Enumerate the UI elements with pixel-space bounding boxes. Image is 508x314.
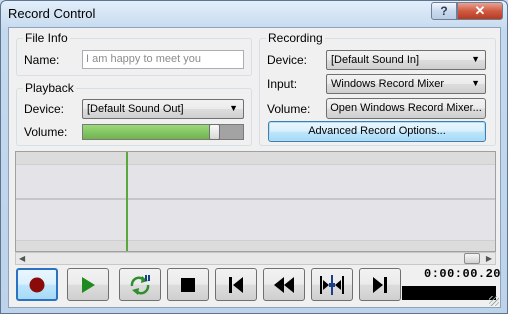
waveform-top-line xyxy=(16,164,495,165)
playhead-cursor[interactable] xyxy=(126,152,128,251)
help-button[interactable]: ? xyxy=(431,2,457,20)
recording-input-label: Input: xyxy=(267,77,298,91)
loop-button[interactable] xyxy=(119,268,161,301)
scroll-right-icon[interactable]: ▶ xyxy=(486,253,492,264)
stop-button[interactable] xyxy=(167,268,209,301)
playback-volume-fill xyxy=(83,125,215,139)
chevron-down-icon: ▼ xyxy=(471,78,480,88)
record-icon xyxy=(29,277,45,292)
window-title: Record Control xyxy=(8,6,96,21)
play-button[interactable] xyxy=(67,268,109,301)
record-button[interactable] xyxy=(16,268,58,301)
recording-input-value: Windows Record Mixer xyxy=(331,78,445,90)
playback-device-value: [Default Sound Out] xyxy=(87,103,184,115)
chevron-down-icon: ▼ xyxy=(471,54,480,64)
close-icon: ✕ xyxy=(474,3,486,18)
dialog-body: File Info Name: I am happy to meet you P… xyxy=(8,27,501,308)
skip-to-start-icon xyxy=(229,276,243,293)
skip-to-end-icon xyxy=(373,276,387,293)
recording-volume-label: Volume: xyxy=(267,102,311,116)
recording-group-label: Recording xyxy=(266,31,325,45)
waveform-scrollbar[interactable]: ◀ ▶ xyxy=(15,252,496,265)
name-label: Name: xyxy=(24,53,60,67)
record-control-window: Record Control ? ✕ File Info Name: I am … xyxy=(0,0,508,314)
skip-to-end-button[interactable] xyxy=(359,268,401,301)
recording-device-select[interactable]: [Default Sound In] ▼ xyxy=(326,50,486,70)
playback-volume-thumb[interactable] xyxy=(209,124,220,140)
skip-to-start-button[interactable] xyxy=(215,268,257,301)
playback-device-select[interactable]: [Default Sound Out] ▼ xyxy=(82,99,244,119)
marker-icon xyxy=(320,274,344,295)
title-bar[interactable]: Record Control ? ✕ xyxy=(1,1,507,27)
play-icon xyxy=(82,276,95,293)
file-info-group-label: File Info xyxy=(23,31,70,45)
marker-button[interactable] xyxy=(311,268,353,301)
scrollbar-thumb[interactable] xyxy=(464,253,480,264)
playback-volume-slider[interactable] xyxy=(82,124,244,140)
loop-icon xyxy=(130,274,150,295)
advanced-record-options-button[interactable]: Advanced Record Options... xyxy=(268,121,486,142)
stop-icon xyxy=(181,277,195,292)
rewind-button[interactable] xyxy=(263,268,305,301)
waveform-display[interactable] xyxy=(15,151,496,252)
resize-grip-icon[interactable] xyxy=(489,296,499,306)
help-icon: ? xyxy=(440,4,448,18)
chevron-down-icon: ▼ xyxy=(229,103,238,113)
name-input[interactable]: I am happy to meet you xyxy=(82,50,244,69)
playback-volume-label: Volume: xyxy=(24,125,68,139)
recording-device-label: Device: xyxy=(267,53,308,67)
close-button[interactable]: ✕ xyxy=(457,2,503,20)
open-record-mixer-button[interactable]: Open Windows Record Mixer... xyxy=(326,98,486,119)
rewind-icon xyxy=(274,276,294,293)
recording-input-select[interactable]: Windows Record Mixer ▼ xyxy=(326,74,486,94)
waveform-center-line xyxy=(16,198,495,200)
level-meter xyxy=(402,286,496,300)
scroll-left-icon[interactable]: ◀ xyxy=(19,253,25,264)
recording-device-value: [Default Sound In] xyxy=(331,54,420,66)
playback-device-label: Device: xyxy=(24,102,65,116)
playback-group-label: Playback xyxy=(23,81,76,95)
waveform-band xyxy=(16,164,495,240)
waveform-bottom-line xyxy=(16,240,495,241)
time-display: 0:00:00.20 xyxy=(424,267,502,281)
